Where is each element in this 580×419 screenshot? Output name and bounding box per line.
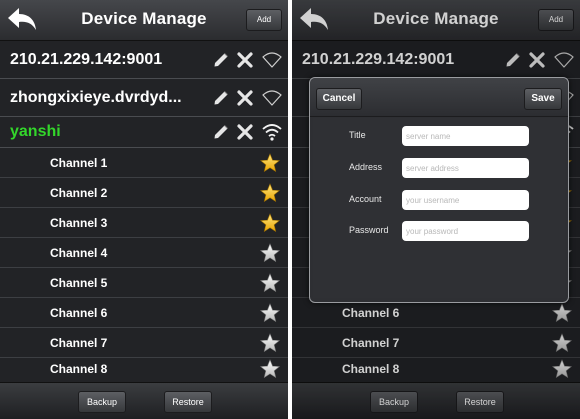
server-name: zhongxixieye.dvrdyd... [10,88,182,106]
wifi-icon[interactable] [262,123,282,141]
close-icon[interactable] [236,51,254,69]
star-icon[interactable] [260,243,280,263]
star-icon[interactable] [260,153,280,173]
server-row[interactable]: zhongxixieye.dvrdyd... [0,79,288,117]
server-name: 210.21.229.142:9001 [10,50,163,68]
backup-button[interactable]: Backup [78,391,126,413]
dialog-form: Title Address Account Password [313,118,565,298]
account-input[interactable] [402,190,529,210]
star-icon[interactable] [260,273,280,293]
bottom-toolbar: Backup Restore [0,382,288,419]
channel-row[interactable]: Channel 5 [0,268,288,298]
server-name: yanshi [10,123,61,140]
page-title: Device Manage [81,9,207,28]
save-button[interactable]: Save [524,88,562,110]
title-input[interactable] [402,126,529,146]
channel-row[interactable]: Channel 1 [0,148,288,178]
channel-name: Channel 7 [50,335,108,350]
server-row-active[interactable]: yanshi [0,117,288,148]
close-icon[interactable] [236,123,254,141]
channel-name: Channel 1 [50,155,108,170]
add-button[interactable]: Add [246,9,282,31]
star-icon[interactable] [260,333,280,353]
password-field-row: Password [313,221,565,243]
nav-bar: Device Manage Add [0,0,288,41]
channel-row[interactable]: Channel 8 [0,354,288,384]
close-icon[interactable] [236,89,254,107]
star-icon[interactable] [260,303,280,323]
account-label: Account [349,194,382,204]
server-row[interactable]: 210.21.229.142:9001 [0,41,288,79]
address-label: Address [349,162,383,172]
channel-row[interactable]: Channel 4 [0,238,288,268]
wifi-icon[interactable] [262,89,282,107]
address-field-row: Address [313,158,565,180]
channel-name: Channel 2 [50,185,108,200]
password-label: Password [349,225,389,235]
account-field-row: Account [313,190,565,212]
pencil-icon[interactable] [212,89,230,107]
channel-name: Channel 8 [50,361,108,376]
dialog-header: Cancel Save [310,78,568,117]
star-icon[interactable] [260,213,280,233]
add-server-dialog: Cancel Save Title Address Account Passwo… [309,77,569,303]
title-field-row: Title [313,126,565,148]
cancel-button[interactable]: Cancel [316,88,362,110]
channel-row[interactable]: Channel 2 [0,178,288,208]
pencil-icon[interactable] [212,123,230,141]
channel-name: Channel 4 [50,245,108,260]
star-icon[interactable] [260,359,280,379]
password-input[interactable] [402,221,529,241]
title-label: Title [349,130,366,140]
address-input[interactable] [402,158,529,178]
channel-name: Channel 3 [50,215,108,230]
device-manage-screen-left: Device Manage Add 210.21.229.142:9001 zh… [0,0,288,419]
star-icon[interactable] [260,183,280,203]
restore-button[interactable]: Restore [164,391,212,413]
pencil-icon[interactable] [212,51,230,69]
channel-row[interactable]: Channel 3 [0,208,288,238]
device-manage-screen-right: Device Manage Add 210.21.229.142:9001 Ch… [292,0,580,419]
wifi-icon[interactable] [262,51,282,69]
channel-row[interactable]: Channel 6 [0,298,288,328]
channel-name: Channel 5 [50,275,108,290]
channel-name: Channel 6 [50,305,108,320]
